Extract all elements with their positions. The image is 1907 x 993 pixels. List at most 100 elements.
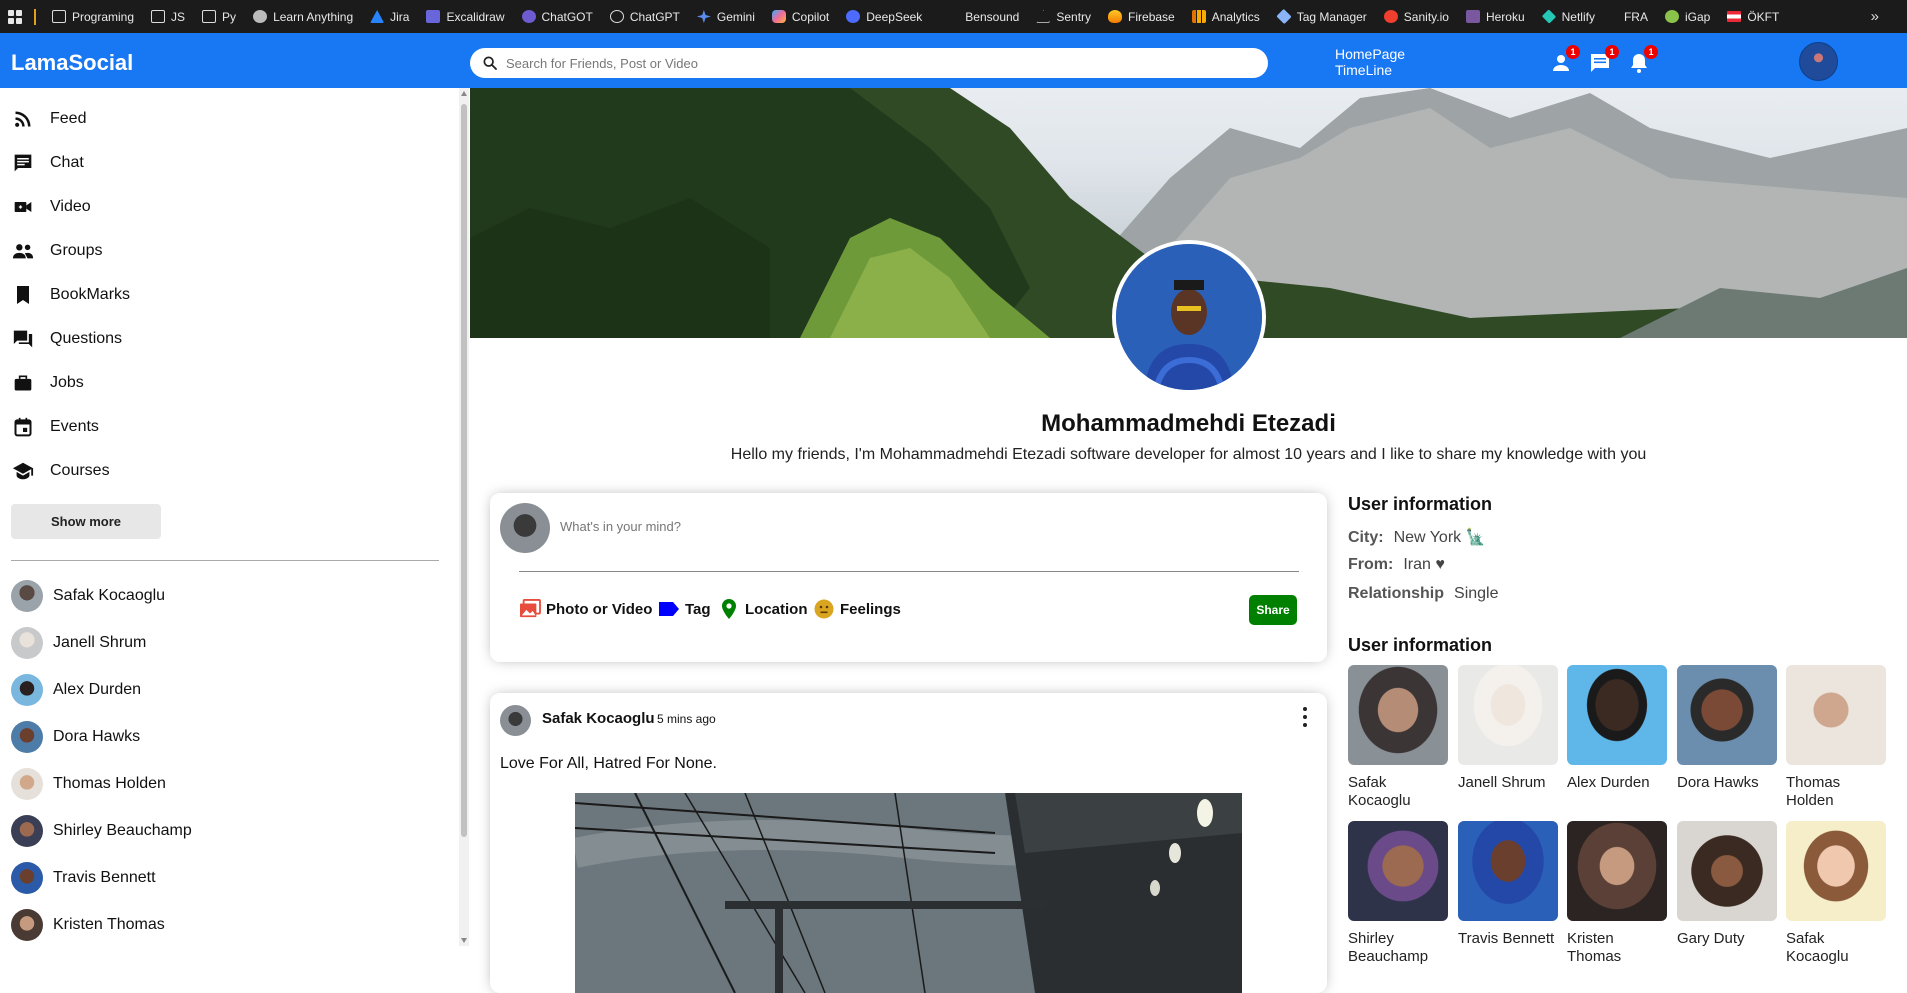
- profile-picture[interactable]: [1112, 240, 1266, 394]
- share-option-label: Photo or Video: [546, 600, 653, 618]
- bookmark-tag-manager[interactable]: Tag Manager: [1276, 8, 1367, 25]
- bookmark-deepseek[interactable]: DeepSeek: [846, 10, 922, 24]
- friend-name: Safak Kocaoglu: [53, 587, 166, 604]
- friend-card[interactable]: Thomas Holden: [1786, 665, 1886, 810]
- friend-requests-button[interactable]: 1: [1549, 45, 1580, 75]
- user-avatar[interactable]: [1799, 42, 1838, 81]
- bookmark-chatgot[interactable]: ChatGOT: [521, 10, 593, 24]
- bookmark-copilot[interactable]: Copilot: [771, 10, 829, 24]
- sidebar-item-events[interactable]: Events: [12, 416, 99, 438]
- sidebar-friend[interactable]: Kristen Thomas: [11, 909, 165, 941]
- bookmark-label: Sentry: [1056, 9, 1092, 24]
- sanity-icon: [1383, 10, 1398, 23]
- sidebar-friend[interactable]: Travis Bennett: [11, 862, 156, 894]
- photo-icon: [519, 599, 541, 619]
- friend-photo: [1458, 665, 1558, 765]
- friend-card[interactable]: Kristen Thomas: [1567, 821, 1667, 966]
- bookmark-chatgpt[interactable]: ChatGPT: [609, 9, 680, 24]
- friend-card[interactable]: Gary Duty: [1677, 821, 1777, 948]
- scroll-thumb[interactable]: [461, 104, 467, 837]
- avatar: [11, 580, 43, 612]
- sidebar-item-jobs[interactable]: Jobs: [12, 372, 84, 394]
- share-divider: [519, 571, 1299, 572]
- bookmark-py[interactable]: Py: [202, 10, 236, 24]
- sidebar-friend[interactable]: Safak Kocaoglu: [11, 580, 165, 612]
- post-username[interactable]: Safak Kocaoglu: [542, 710, 655, 727]
- homepage-link[interactable]: HomePage: [1335, 46, 1405, 62]
- share-option-location[interactable]: Location: [718, 599, 808, 619]
- bensound-icon: [945, 10, 959, 23]
- bookmark-label: ChatGPT: [629, 9, 680, 24]
- post-image[interactable]: [575, 793, 1242, 993]
- bookmark-label: Py: [222, 9, 237, 24]
- friend-card[interactable]: Dora Hawks: [1677, 665, 1777, 792]
- notifications-button[interactable]: 1: [1627, 45, 1658, 75]
- sidebar-friend[interactable]: Dora Hawks: [11, 721, 140, 753]
- apps-grid-icon[interactable]: [8, 9, 22, 24]
- friend-card[interactable]: Janell Shrum: [1458, 665, 1558, 792]
- bookmark-netlify[interactable]: Netlify: [1541, 9, 1595, 24]
- search-input[interactable]: [506, 55, 1226, 71]
- search-bar[interactable]: [470, 48, 1268, 78]
- share-option-photo[interactable]: Photo or Video: [519, 599, 652, 619]
- bookmark-gemini[interactable]: Gemini: [696, 10, 755, 24]
- friend-name: Gary Duty: [1677, 930, 1745, 947]
- bookmark-js[interactable]: JS: [151, 10, 185, 24]
- friend-card[interactable]: Shirley Beauchamp: [1348, 821, 1448, 966]
- bookmark-igap[interactable]: iGap: [1664, 10, 1710, 24]
- sidebar-item-chat[interactable]: Chat: [12, 152, 84, 174]
- profile-name: Mohammadmehdi Etezadi: [1041, 410, 1336, 437]
- avatar: [11, 768, 43, 800]
- profile-portrait-image: [1116, 244, 1262, 390]
- bookmark-learn-anything[interactable]: Learn Anything: [253, 10, 353, 24]
- sidebar-friend[interactable]: Alex Durden: [11, 674, 141, 706]
- more-vert-icon[interactable]: [1302, 707, 1308, 727]
- app-logo[interactable]: LamaSocial: [11, 50, 133, 76]
- sidebar-item-video[interactable]: Video: [12, 196, 91, 218]
- jira-icon: [370, 10, 385, 23]
- info-value: Single: [1454, 585, 1499, 602]
- bookmark-okft[interactable]: ÖKFT: [1727, 10, 1779, 24]
- sidebar-friend[interactable]: Janell Shrum: [11, 627, 146, 659]
- post-timestamp: 5 mins ago: [657, 712, 716, 726]
- sidebar-item-feed[interactable]: Feed: [12, 108, 86, 130]
- video-camera-icon: [12, 196, 34, 218]
- messages-button[interactable]: 1: [1588, 45, 1619, 75]
- user-information-title: User information: [1348, 494, 1493, 514]
- bookmark-bensound[interactable]: Bensound: [945, 10, 1019, 24]
- gemini-icon: [696, 10, 711, 23]
- post-input[interactable]: [560, 519, 1260, 534]
- share-option-feelings[interactable]: Feelings: [813, 599, 901, 619]
- show-more-button[interactable]: Show more: [11, 504, 161, 539]
- sidebar-item-groups[interactable]: Groups: [12, 240, 102, 262]
- sidebar-item-questions[interactable]: Questions: [12, 328, 122, 350]
- share-button[interactable]: Share: [1249, 595, 1297, 625]
- bookmark-sanity[interactable]: Sanity.io: [1383, 10, 1449, 24]
- bookmark-heroku[interactable]: Heroku: [1465, 10, 1525, 24]
- timeline-link[interactable]: TimeLine: [1335, 62, 1405, 78]
- bookmark-analytics[interactable]: Analytics: [1191, 10, 1260, 24]
- sidebar-friend[interactable]: Shirley Beauchamp: [11, 815, 192, 847]
- bookmark-firebase[interactable]: Firebase: [1108, 10, 1175, 24]
- bookmark-fra[interactable]: FRA: [1624, 10, 1648, 24]
- scroll-up-arrow-icon[interactable]: [461, 91, 467, 96]
- scroll-down-arrow-icon[interactable]: [461, 938, 467, 943]
- bookmark-label: Bensound: [965, 9, 1020, 24]
- info-key: City:: [1348, 529, 1384, 546]
- bookmark-sentry[interactable]: Sentry: [1036, 10, 1091, 24]
- bookmark-excalidraw[interactable]: Excalidraw: [426, 10, 505, 24]
- sidebar-item-courses[interactable]: Courses: [12, 460, 110, 482]
- friend-card[interactable]: Alex Durden: [1567, 665, 1667, 792]
- bookmarks-more-button[interactable]: »: [1871, 8, 1879, 25]
- sidebar-scrollbar[interactable]: [459, 88, 469, 946]
- sidebar-friend[interactable]: Thomas Holden: [11, 768, 166, 800]
- bookmarks-bar: Programing JS Py Learn Anything Jira Exc…: [0, 0, 1907, 33]
- friend-card[interactable]: Safak Kocaoglu: [1348, 665, 1448, 810]
- avatar[interactable]: [500, 705, 531, 736]
- share-option-tag[interactable]: Tag: [658, 599, 711, 619]
- bookmark-jira[interactable]: Jira: [370, 10, 409, 24]
- friend-card[interactable]: Safak Kocaoglu: [1786, 821, 1886, 966]
- bookmark-programing[interactable]: Programing: [52, 10, 134, 24]
- sidebar-item-bookmarks[interactable]: BookMarks: [12, 284, 130, 306]
- friend-card[interactable]: Travis Bennett: [1458, 821, 1558, 948]
